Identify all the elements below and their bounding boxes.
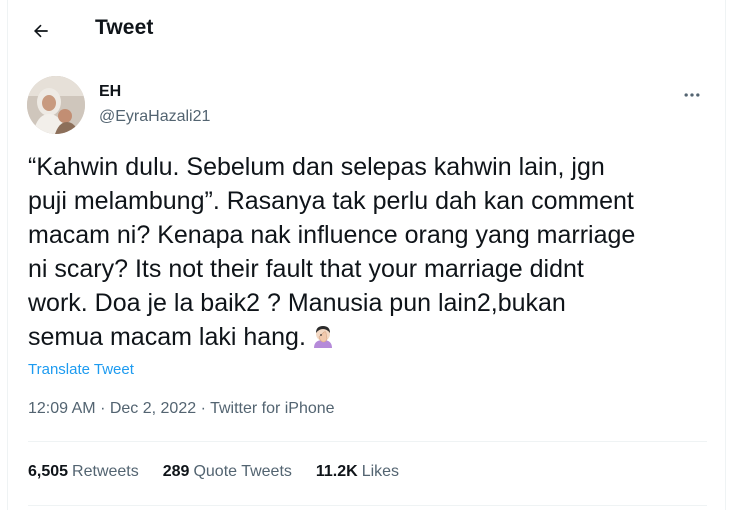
- arrow-left-icon: [34, 24, 48, 38]
- tweet-text-line-last: semua macam laki hang.: [28, 320, 718, 359]
- tweet-metadata: 12:09 AM · Dec 2, 2022 · Twitter for iPh…: [28, 400, 335, 418]
- header-bar: Tweet: [8, 0, 725, 58]
- meta-separator: ·: [100, 400, 106, 417]
- divider: [28, 505, 707, 506]
- more-button[interactable]: [677, 80, 707, 110]
- tweet-stats: 6,505 Retweets 289 Quote Tweets 11.2K Likes: [28, 463, 399, 481]
- quote-tweets-label: Quote Tweets: [193, 463, 292, 480]
- more-horizontal-icon: [684, 93, 700, 97]
- author-handle[interactable]: @EyraHazali21: [99, 108, 210, 126]
- tweet-detail-column: Tweet EH @EyraHazali21 “Kahwin dulu. Seb…: [7, 0, 726, 510]
- page-title: Tweet: [95, 16, 154, 39]
- translate-tweet-link[interactable]: Translate Tweet: [28, 361, 134, 378]
- tweet-text: “Kahwin dulu. Sebelum dan selepas kahwin…: [28, 150, 718, 359]
- tweet-text-line: macam ni? Kenapa nak influence orang yan…: [28, 221, 636, 249]
- tweet-text-line: semua macam laki hang.: [28, 323, 306, 351]
- quote-tweets-stat[interactable]: 289 Quote Tweets: [163, 463, 292, 481]
- tweet-source-link[interactable]: Twitter for iPhone: [210, 400, 335, 417]
- retweets-label: Retweets: [72, 463, 139, 480]
- retweets-stat[interactable]: 6,505 Retweets: [28, 463, 139, 481]
- avatar[interactable]: [27, 76, 85, 134]
- tweet-author: EH @EyraHazali21: [8, 72, 725, 136]
- back-button[interactable]: [24, 14, 58, 48]
- divider: [28, 441, 707, 442]
- avatar-image: [27, 76, 85, 134]
- meta-separator: ·: [200, 400, 206, 417]
- likes-stat[interactable]: 11.2K Likes: [316, 463, 399, 481]
- tweet-time-link[interactable]: 12:09 AM: [28, 400, 96, 417]
- tweet-text-line: “Kahwin dulu. Sebelum dan selepas kahwin…: [28, 153, 605, 181]
- quote-tweets-count: 289: [162, 463, 190, 480]
- tweet-text-line: puji melambung”. Rasanya tak perlu dah k…: [28, 187, 634, 215]
- tweet-date-link[interactable]: Dec 2, 2022: [110, 400, 196, 417]
- tweet-text-line: work. Doa je la baik2 ? Manusia pun lain…: [28, 289, 566, 317]
- tweet-text-line: ni scary? Its not their fault that your …: [28, 255, 584, 283]
- likes-count: 11.2K: [315, 463, 358, 480]
- likes-label: Likes: [361, 463, 400, 480]
- author-name[interactable]: EH: [99, 83, 121, 101]
- face-palm-emoji-icon: [310, 324, 336, 359]
- retweets-count: 6,505: [28, 463, 69, 480]
